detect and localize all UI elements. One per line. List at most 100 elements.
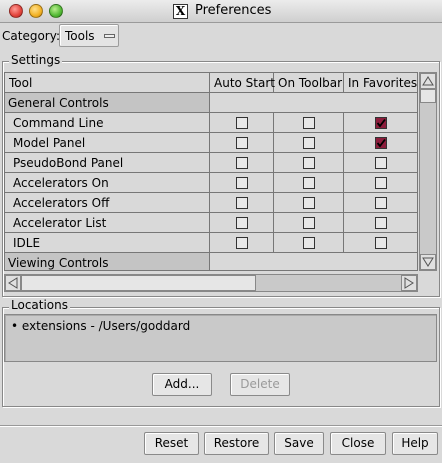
checkmark-icon: [376, 138, 386, 148]
tool-name: Accelerators Off: [5, 193, 210, 213]
zoom-window-button[interactable]: [49, 4, 63, 18]
add-location-button[interactable]: Add...: [152, 373, 212, 396]
in-favorites-checkbox[interactable]: [375, 157, 387, 169]
auto-start-checkbox[interactable]: [235, 177, 248, 189]
locations-group-label: Locations: [9, 298, 71, 312]
table-cell: [344, 213, 417, 233]
in-favorites-checkbox[interactable]: [375, 177, 387, 189]
scroll-left-button[interactable]: [5, 275, 21, 291]
table-cell: [274, 113, 344, 133]
auto-start-checkbox[interactable]: [235, 237, 248, 249]
save-button[interactable]: Save: [274, 432, 324, 455]
table-cell: [274, 233, 344, 253]
on-toolbar-checkbox[interactable]: [302, 177, 315, 189]
table-cell: [344, 153, 417, 173]
scroll-down-button[interactable]: [420, 254, 436, 270]
category-label: Category:: [2, 29, 60, 43]
help-button[interactable]: Help: [392, 432, 438, 455]
table-row[interactable]: Accelerators Off: [5, 193, 417, 213]
auto-start-checkbox[interactable]: [235, 197, 248, 209]
group-name: General Controls: [5, 93, 210, 113]
table-cell: [274, 153, 344, 173]
scroll-up-button[interactable]: [420, 73, 436, 89]
table-vertical-scrollbar[interactable]: [419, 72, 437, 271]
table-cell: [344, 173, 417, 193]
in-favorites-checkbox[interactable]: [375, 237, 387, 249]
table-row[interactable]: Accelerator List: [5, 213, 417, 233]
tool-name: Model Panel: [5, 133, 210, 153]
tool-name: Accelerators On: [5, 173, 210, 193]
table-horizontal-scrollbar[interactable]: [4, 274, 418, 292]
column-header-in-favorites[interactable]: In Favorites: [344, 73, 417, 93]
x11-icon: X: [173, 4, 188, 19]
on-toolbar-checkbox[interactable]: [302, 137, 315, 149]
table-cell: [210, 193, 274, 213]
table-cell: [344, 133, 417, 153]
restore-button[interactable]: Restore: [204, 432, 269, 455]
arrow-down-icon: [422, 257, 434, 267]
group-name: Viewing Controls: [5, 253, 210, 270]
close-button[interactable]: Close: [330, 432, 386, 455]
table-cell: [274, 193, 344, 213]
in-favorites-checkbox[interactable]: [375, 197, 387, 209]
list-item[interactable]: • extensions - /Users/goddard: [11, 319, 190, 333]
table-row[interactable]: Command Line: [5, 113, 417, 133]
on-toolbar-checkbox[interactable]: [302, 197, 315, 209]
auto-start-checkbox[interactable]: [235, 217, 248, 229]
table-row[interactable]: IDLE: [5, 233, 417, 253]
column-header-auto-start[interactable]: Auto Start: [210, 73, 275, 93]
table-cell: [344, 193, 417, 213]
locations-list[interactable]: • extensions - /Users/goddard: [4, 314, 437, 362]
vertical-scroll-thumb[interactable]: [420, 89, 436, 103]
arrow-up-icon: [422, 76, 434, 86]
auto-start-checkbox[interactable]: [235, 157, 248, 169]
bullet-icon: •: [11, 319, 19, 333]
table-group-row[interactable]: General Controls: [5, 93, 417, 113]
table-cell: [210, 113, 274, 133]
column-header-tool[interactable]: Tool: [5, 73, 210, 93]
table-cell: [274, 133, 344, 153]
auto-start-checkbox[interactable]: [235, 117, 248, 129]
table-row[interactable]: Model Panel: [5, 133, 417, 153]
minimize-window-button[interactable]: [29, 4, 43, 18]
settings-group-label: Settings: [9, 53, 63, 67]
tool-name: Command Line: [5, 113, 210, 133]
tool-name: IDLE: [5, 233, 210, 253]
table-cell: [210, 173, 274, 193]
arrow-right-icon: [404, 277, 414, 289]
category-menu-button[interactable]: Tools: [59, 24, 119, 47]
table-cell: [210, 153, 274, 173]
on-toolbar-checkbox[interactable]: [302, 157, 315, 169]
tool-name: PseudoBond Panel: [5, 153, 210, 173]
reset-button[interactable]: Reset: [144, 432, 199, 455]
title-bar[interactable]: X Preferences: [0, 0, 442, 23]
table-cell: [210, 133, 274, 153]
tool-name: Accelerator List: [5, 213, 210, 233]
on-toolbar-checkbox[interactable]: [302, 117, 315, 129]
on-toolbar-checkbox[interactable]: [302, 237, 315, 249]
group-row-blank: [210, 93, 417, 113]
auto-start-checkbox[interactable]: [235, 137, 248, 149]
close-window-button[interactable]: [9, 4, 23, 18]
table-cell: [274, 173, 344, 193]
table-cell: [344, 233, 417, 253]
option-menu-indicator-icon: [104, 34, 115, 38]
table-cell: [344, 113, 417, 133]
table-cell: [210, 213, 274, 233]
on-toolbar-checkbox[interactable]: [302, 217, 315, 229]
in-favorites-checkbox[interactable]: [375, 217, 387, 229]
column-header-on-toolbar[interactable]: On Toolbar: [274, 73, 344, 93]
table-row[interactable]: PseudoBond Panel: [5, 153, 417, 173]
in-favorites-checkbox[interactable]: [375, 137, 387, 149]
scroll-right-button[interactable]: [401, 275, 417, 291]
location-path: extensions - /Users/goddard: [21, 319, 191, 333]
window-title: Preferences: [195, 3, 272, 18]
delete-location-button[interactable]: Delete: [230, 373, 290, 396]
in-favorites-checkbox[interactable]: [375, 117, 387, 129]
horizontal-scroll-thumb[interactable]: [21, 275, 256, 291]
checkmark-icon: [376, 118, 386, 128]
table-row[interactable]: Accelerators On: [5, 173, 417, 193]
group-row-blank: [210, 253, 417, 270]
table-group-row[interactable]: Viewing Controls: [5, 253, 417, 270]
arrow-left-icon: [8, 277, 18, 289]
